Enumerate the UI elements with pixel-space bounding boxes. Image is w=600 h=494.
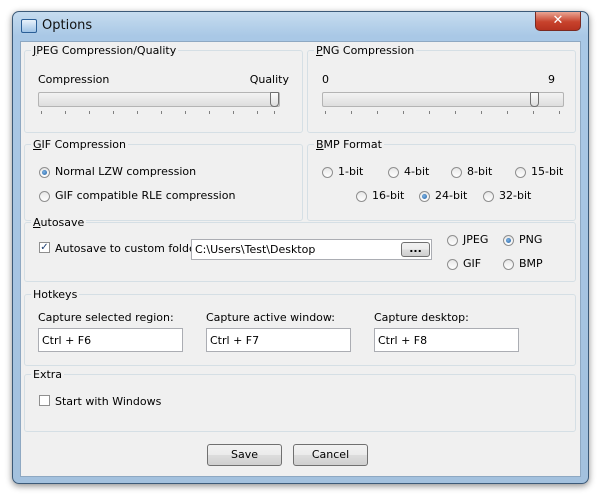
autosave-png-radio[interactable]	[503, 235, 514, 246]
gif-compression-group: GIF Compression Normal LZW compression G…	[24, 138, 303, 221]
hotkeys-group-legend: Hotkeys	[31, 288, 80, 301]
png-slider-tick	[403, 111, 404, 114]
jpeg-compression-label: Compression	[38, 73, 110, 86]
autosave-png-label[interactable]: PNG	[519, 233, 542, 246]
gif-rle-label[interactable]: GIF compatible RLE compression	[55, 189, 235, 202]
jpeg-slider-tick	[257, 111, 258, 114]
close-button[interactable]: ✕	[535, 12, 581, 31]
options-window: Options ✕ JPEG Compression/Quality Compr…	[12, 11, 589, 484]
hotkey-region-field[interactable]: Ctrl + F6	[38, 328, 183, 352]
gif-lzw-label[interactable]: Normal LZW compression	[55, 165, 196, 178]
autosave-jpeg-radio[interactable]	[447, 235, 458, 246]
autosave-group: Autosave ✓ Autosave to custom folder C:\…	[24, 216, 576, 282]
hotkeys-group: Hotkeys Capture selected region: Ctrl + …	[24, 288, 576, 366]
png-min-label: 0	[322, 73, 329, 86]
jpeg-slider-tick	[274, 111, 275, 114]
gif-rle-radio[interactable]	[39, 191, 50, 202]
jpeg-slider-tick	[89, 111, 90, 114]
hotkey-region-label: Capture selected region:	[38, 311, 174, 324]
bmp-16bit-label[interactable]: 16-bit	[372, 189, 404, 202]
jpeg-slider-thumb[interactable]	[270, 92, 279, 107]
bmp-8bit-radio[interactable]	[451, 167, 462, 178]
bmp-1bit-radio[interactable]	[322, 167, 333, 178]
bmp-15bit-radio[interactable]	[515, 167, 526, 178]
bmp-8bit-label[interactable]: 8-bit	[467, 165, 492, 178]
bmp-24bit-label[interactable]: 24-bit	[435, 189, 467, 202]
start-with-windows-label[interactable]: Start with Windows	[55, 395, 161, 408]
png-slider-tick	[429, 111, 430, 114]
autosave-bmp-label[interactable]: BMP	[519, 257, 543, 270]
bmp-format-group: BMP Format 1-bit 4-bit 8-bit 15-bit 16-b…	[307, 138, 576, 221]
bmp-32bit-label[interactable]: 32-bit	[499, 189, 531, 202]
save-button[interactable]: Save	[207, 444, 282, 466]
jpeg-group-legend: JPEG Compression/Quality	[31, 44, 179, 57]
bmp-group-legend: BMP Format	[314, 138, 384, 151]
png-slider-tick	[377, 111, 378, 114]
jpeg-slider-tick	[185, 111, 186, 114]
png-slider-tick	[559, 111, 560, 114]
autosave-gif-label[interactable]: GIF	[463, 257, 481, 270]
extra-group-legend: Extra	[31, 368, 65, 381]
autosave-checkbox-label[interactable]: Autosave to custom folder	[55, 242, 200, 255]
png-slider-tick	[481, 111, 482, 114]
gif-lzw-radio[interactable]	[39, 167, 50, 178]
window-app-icon	[21, 19, 37, 33]
hotkey-desktop-label: Capture desktop:	[374, 311, 469, 324]
extra-group: Extra Start with Windows	[24, 368, 576, 432]
jpeg-slider-tick	[233, 111, 234, 114]
png-slider-tick	[533, 111, 534, 114]
png-slider-thumb[interactable]	[530, 92, 539, 107]
window-title: Options	[42, 18, 93, 33]
jpeg-slider-tick	[41, 111, 42, 114]
bmp-1bit-label[interactable]: 1-bit	[338, 165, 363, 178]
cancel-button[interactable]: Cancel	[293, 444, 368, 466]
bmp-4bit-label[interactable]: 4-bit	[404, 165, 429, 178]
hotkey-window-field[interactable]: Ctrl + F7	[206, 328, 351, 352]
autosave-group-legend: Autosave	[31, 216, 87, 229]
png-compression-slider[interactable]	[322, 92, 564, 107]
jpeg-slider-tick	[137, 111, 138, 114]
bmp-32bit-radio[interactable]	[483, 191, 494, 202]
autosave-folder-field[interactable]: C:\Users\Test\Desktop	[191, 239, 432, 260]
png-compression-group: PNG Compression 0 9	[307, 44, 576, 133]
bmp-24bit-radio[interactable]	[419, 191, 430, 202]
bmp-16bit-radio[interactable]	[356, 191, 367, 202]
jpeg-slider-tick	[113, 111, 114, 114]
jpeg-compression-group: JPEG Compression/Quality Compression Qua…	[24, 44, 303, 133]
autosave-checkbox[interactable]: ✓	[39, 242, 50, 253]
hotkey-window-label: Capture active window:	[206, 311, 336, 324]
jpeg-slider-tick	[161, 111, 162, 114]
bmp-4bit-radio[interactable]	[388, 167, 399, 178]
jpeg-quality-label: Quality	[249, 73, 289, 86]
dialog-client-area: JPEG Compression/Quality Compression Qua…	[20, 41, 581, 477]
png-slider-tick	[455, 111, 456, 114]
png-max-label: 9	[548, 73, 555, 86]
bmp-15bit-label[interactable]: 15-bit	[531, 165, 563, 178]
start-with-windows-checkbox[interactable]	[39, 395, 50, 406]
gif-group-legend: GIF Compression	[31, 138, 128, 151]
jpeg-slider-tick	[209, 111, 210, 114]
autosave-jpeg-label[interactable]: JPEG	[463, 233, 488, 246]
png-slider-tick	[507, 111, 508, 114]
png-slider-tick	[351, 111, 352, 114]
jpeg-quality-slider[interactable]	[38, 92, 280, 107]
png-group-legend: PNG Compression	[314, 44, 417, 57]
png-slider-tick	[325, 111, 326, 114]
hotkey-desktop-field[interactable]: Ctrl + F8	[374, 328, 519, 352]
jpeg-slider-tick	[65, 111, 66, 114]
autosave-bmp-radio[interactable]	[503, 259, 514, 270]
autosave-gif-radio[interactable]	[447, 259, 458, 270]
browse-folder-button[interactable]: ...	[401, 242, 430, 257]
